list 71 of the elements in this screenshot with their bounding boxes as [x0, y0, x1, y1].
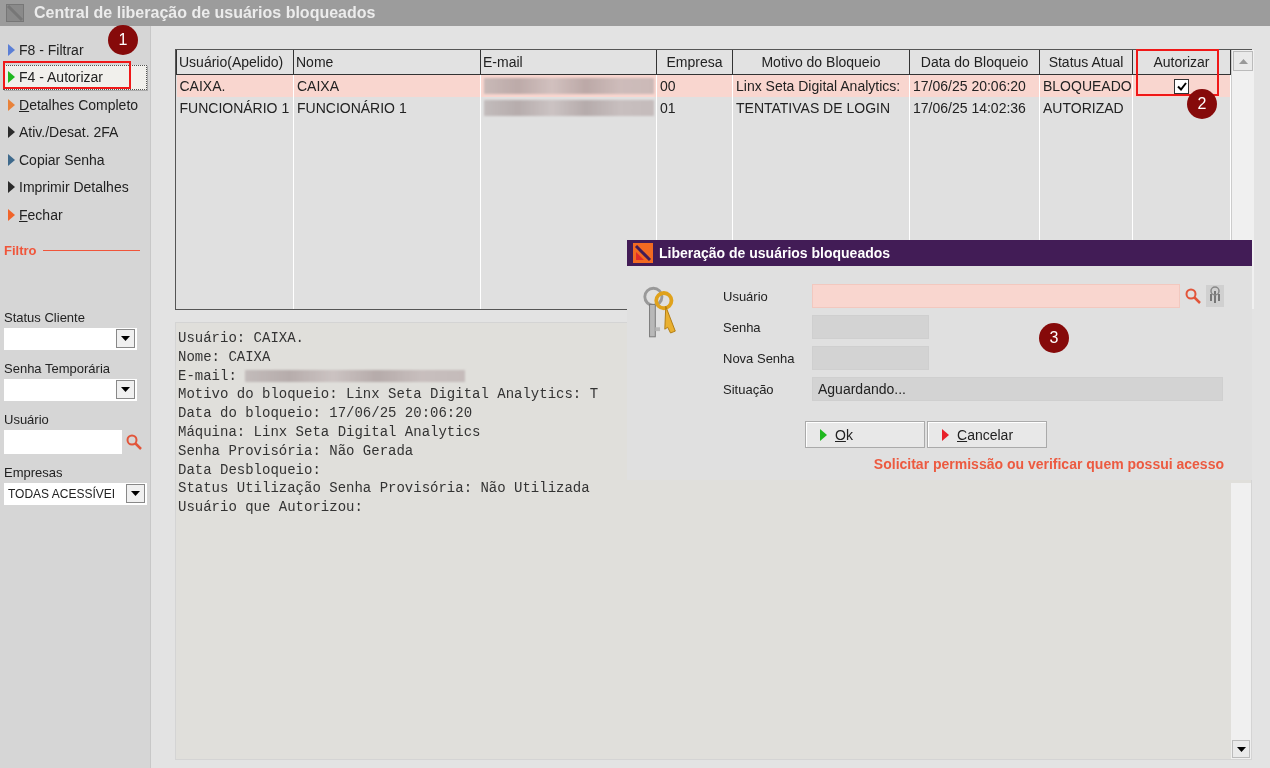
sidebar-action[interactable]: Ativ./Desat. 2FA	[3, 119, 147, 145]
column-header[interactable]: Status Atual	[1039, 50, 1133, 75]
field-label: Senha	[723, 319, 762, 335]
detail-line: E-mail:	[178, 366, 237, 386]
search-icon[interactable]	[1185, 288, 1201, 304]
fingerprint-icon[interactable]	[1206, 285, 1224, 307]
dropdown-button[interactable]	[116, 329, 135, 348]
detail-line: Máquina: Linx Seta Digital Analytics	[178, 423, 481, 442]
column-header[interactable]: Motivo do Bloqueio	[732, 50, 910, 75]
sidebar-action[interactable]: Fechar	[3, 202, 147, 227]
column-header[interactable]: Empresa	[656, 50, 733, 75]
table-cell: 01	[656, 96, 733, 119]
input-field[interactable]	[812, 284, 1180, 308]
column-header[interactable]: Data do Bloqueio	[909, 50, 1040, 75]
table-cell: 17/06/25 14:02:36	[909, 96, 1040, 119]
user-input[interactable]	[4, 429, 122, 454]
app-logo-icon	[6, 4, 24, 22]
filter-heading: Filtro	[4, 242, 37, 258]
scroll-up-button[interactable]	[1233, 51, 1253, 71]
filter-label: Usuário	[4, 411, 50, 427]
table-cell: FUNCIONÁRIO 1	[176, 96, 294, 119]
column-header[interactable]: E-mail	[480, 50, 657, 75]
caret-up-icon	[1238, 58, 1248, 64]
detail-line: Nome: CAIXA	[178, 347, 271, 367]
detail-line: Usuário: CAIXA.	[178, 329, 305, 348]
dialog-button[interactable]: Ok	[805, 421, 925, 448]
table-cell: CAIXA	[293, 74, 481, 97]
sidebar-action[interactable]: Imprimir Detalhes	[3, 174, 147, 200]
dropdown[interactable]: TODAS ACESSÍVEI	[4, 482, 147, 505]
table-cell: CAIXA.	[176, 74, 294, 97]
caret-icon	[121, 336, 130, 341]
scrollbar[interactable]	[1231, 483, 1251, 759]
detail-line: Motivo do bloqueio: Linx Seta Digital Analytics: T	[178, 385, 599, 405]
table-cell: AUTORIZAD	[1039, 96, 1133, 119]
app-logo-icon	[633, 243, 653, 263]
filter-label: Senha Temporária	[4, 360, 111, 376]
detail-line: Data Desbloqueio:	[178, 460, 321, 480]
table-row[interactable]: CAIXA. CAIXA 00 Linx Seta Digital Analytics: 17/06/25 20:06:20 BLOQUEADO	[176, 74, 1231, 97]
column-header[interactable]: Nome	[293, 50, 481, 75]
column-header[interactable]: Usuário(Apelido)	[176, 50, 294, 75]
field-label: Nova Senha	[723, 350, 796, 366]
input-field[interactable]: Aguardando...	[812, 377, 1223, 401]
search-icon[interactable]	[126, 433, 142, 450]
dialog-title: Liberação de usuários bloqueados	[659, 245, 891, 261]
table-cell: TENTATIVAS DE LOGIN	[732, 96, 910, 119]
table-cell: BLOQUEADO	[1039, 74, 1133, 97]
table-cell: 00	[656, 74, 733, 97]
field-label: Situação	[723, 381, 775, 397]
sidebar-action[interactable]: Detalhes Completo	[3, 92, 147, 117]
detail-line: Senha Provisória: Não Gerada	[178, 441, 414, 461]
dropdown-button[interactable]	[126, 484, 145, 503]
dialog-button[interactable]: Cancelar	[927, 421, 1047, 448]
authorize-checkbox[interactable]	[1174, 79, 1189, 95]
dropdown-button[interactable]	[116, 380, 135, 399]
caret-icon	[121, 387, 130, 392]
detail-line: Data do bloqueio: 17/06/25 20:06:20	[178, 404, 473, 423]
sidebar-action[interactable]: Copiar Senha	[3, 147, 147, 172]
detail-line: Status Utilização Senha Provisória: Não Utilizada	[178, 479, 590, 499]
caret-icon	[1236, 746, 1246, 752]
scroll-down-button[interactable]	[1232, 740, 1250, 758]
table-cell: Linx Seta Digital Analytics:	[732, 74, 910, 97]
table-cell: 17/06/25 20:06:20	[909, 74, 1040, 97]
table-cell: FUNCIONÁRIO 1	[293, 96, 481, 119]
sidebar-action[interactable]: F4 - Autorizar	[3, 64, 147, 90]
filter-label: Empresas	[4, 464, 64, 480]
window-title: Central de liberação de usuários bloqueados	[34, 4, 376, 22]
field-label: Usuário	[723, 288, 769, 304]
detail-line: Usuário que Autorizou:	[178, 498, 363, 517]
warning-message: Solicitar permissão ou verificar quem possui acesso	[873, 456, 1224, 472]
caret-icon	[131, 491, 140, 496]
filter-label: Status Cliente	[4, 309, 86, 325]
